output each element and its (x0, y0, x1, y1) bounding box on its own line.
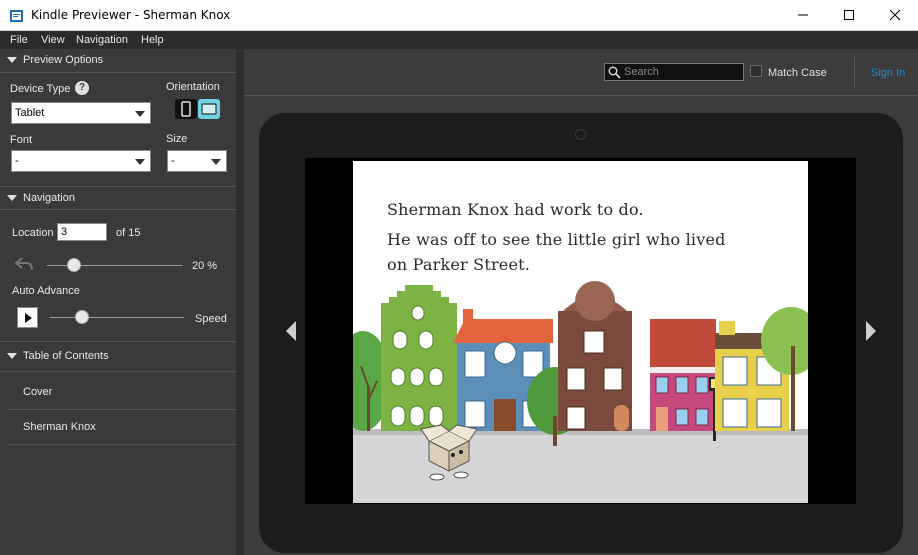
play-icon (25, 313, 32, 323)
font-label: Font (10, 134, 33, 146)
portrait-tablet-icon (181, 101, 191, 117)
help-icon[interactable]: ? (75, 81, 89, 95)
chevron-down-icon (135, 111, 145, 117)
maximize-button[interactable] (826, 0, 872, 30)
menu-view[interactable]: View (41, 34, 65, 46)
progress-slider-thumb[interactable] (67, 258, 81, 272)
search-box[interactable] (604, 63, 744, 81)
progress-percent: 20 % (192, 260, 218, 272)
minimize-icon (798, 14, 808, 16)
collapse-triangle-icon (7, 195, 17, 201)
menu-bar: File View Navigation Help (0, 31, 918, 49)
preview-options-header[interactable]: Preview Options (0, 49, 236, 73)
location-total: of 15 (116, 227, 141, 239)
collapse-triangle-icon (7, 353, 17, 359)
search-icon (608, 66, 621, 79)
chevron-down-icon (211, 159, 221, 165)
preview-options-label: Preview Options (23, 54, 104, 66)
maximize-icon (844, 10, 854, 20)
size-label: Size (166, 133, 188, 145)
toc-item-cover[interactable]: Cover (8, 375, 236, 410)
orientation-label: Orientation (166, 81, 220, 93)
toc-label: Table of Contents (23, 350, 109, 362)
menu-file[interactable]: File (10, 34, 28, 46)
chevron-down-icon (135, 159, 145, 165)
size-value: - (171, 155, 175, 167)
portrait-orientation-button[interactable] (175, 99, 197, 119)
match-case-label: Match Case (768, 67, 827, 79)
navigation-label: Navigation (23, 192, 75, 204)
landscape-orientation-button[interactable] (198, 99, 220, 119)
sign-in-link[interactable]: Sign In (871, 67, 905, 79)
menu-navigation[interactable]: Navigation (76, 34, 128, 46)
sidebar (0, 49, 236, 555)
toc-header[interactable]: Table of Contents (0, 341, 236, 372)
auto-advance-label: Auto Advance (12, 285, 80, 297)
toc-item-sherman-knox[interactable]: Sherman Knox (8, 410, 236, 445)
toc-item-label: Cover (23, 386, 53, 398)
book-line-1: Sherman Knox had work to do. (387, 200, 644, 219)
book-line-3: on Parker Street. (387, 255, 531, 274)
speed-label: Speed (195, 313, 227, 325)
auto-advance-play-button[interactable] (17, 307, 38, 328)
minimize-button[interactable] (780, 0, 826, 30)
landscape-tablet-icon (201, 103, 217, 115)
search-input[interactable] (624, 65, 740, 79)
kindle-previewer-app-icon (10, 10, 23, 22)
device-type-value: Tablet (15, 107, 45, 119)
close-button[interactable] (872, 0, 918, 30)
speed-slider-track[interactable] (50, 317, 184, 318)
back-arrow-icon[interactable] (14, 256, 34, 272)
location-label: Location (12, 227, 54, 239)
close-icon (889, 9, 901, 21)
font-select[interactable]: - (11, 150, 151, 172)
font-value: - (15, 155, 19, 167)
next-page-arrow-icon[interactable] (866, 321, 876, 341)
title-bar: Kindle Previewer - Sherman Knox (0, 0, 918, 31)
camera-icon (575, 129, 586, 140)
book-line-2: He was off to see the little girl who li… (387, 230, 726, 249)
toolbar-separator (854, 57, 855, 87)
menu-help[interactable]: Help (141, 34, 164, 46)
device-type-label: Device Type (10, 83, 71, 95)
size-select[interactable]: - (167, 150, 227, 172)
previous-page-arrow-icon[interactable] (286, 321, 296, 341)
collapse-triangle-icon (7, 57, 17, 63)
match-case-checkbox[interactable] (750, 65, 762, 77)
speed-slider-thumb[interactable] (75, 310, 89, 324)
location-input[interactable] (57, 223, 107, 241)
device-type-select[interactable]: Tablet (11, 102, 151, 124)
toc-item-label: Sherman Knox (23, 421, 96, 433)
sidebar-splitter[interactable] (236, 49, 244, 555)
navigation-header[interactable]: Navigation (0, 186, 236, 210)
window-title: Kindle Previewer - Sherman Knox (31, 8, 231, 22)
toolbar-divider (244, 95, 918, 96)
